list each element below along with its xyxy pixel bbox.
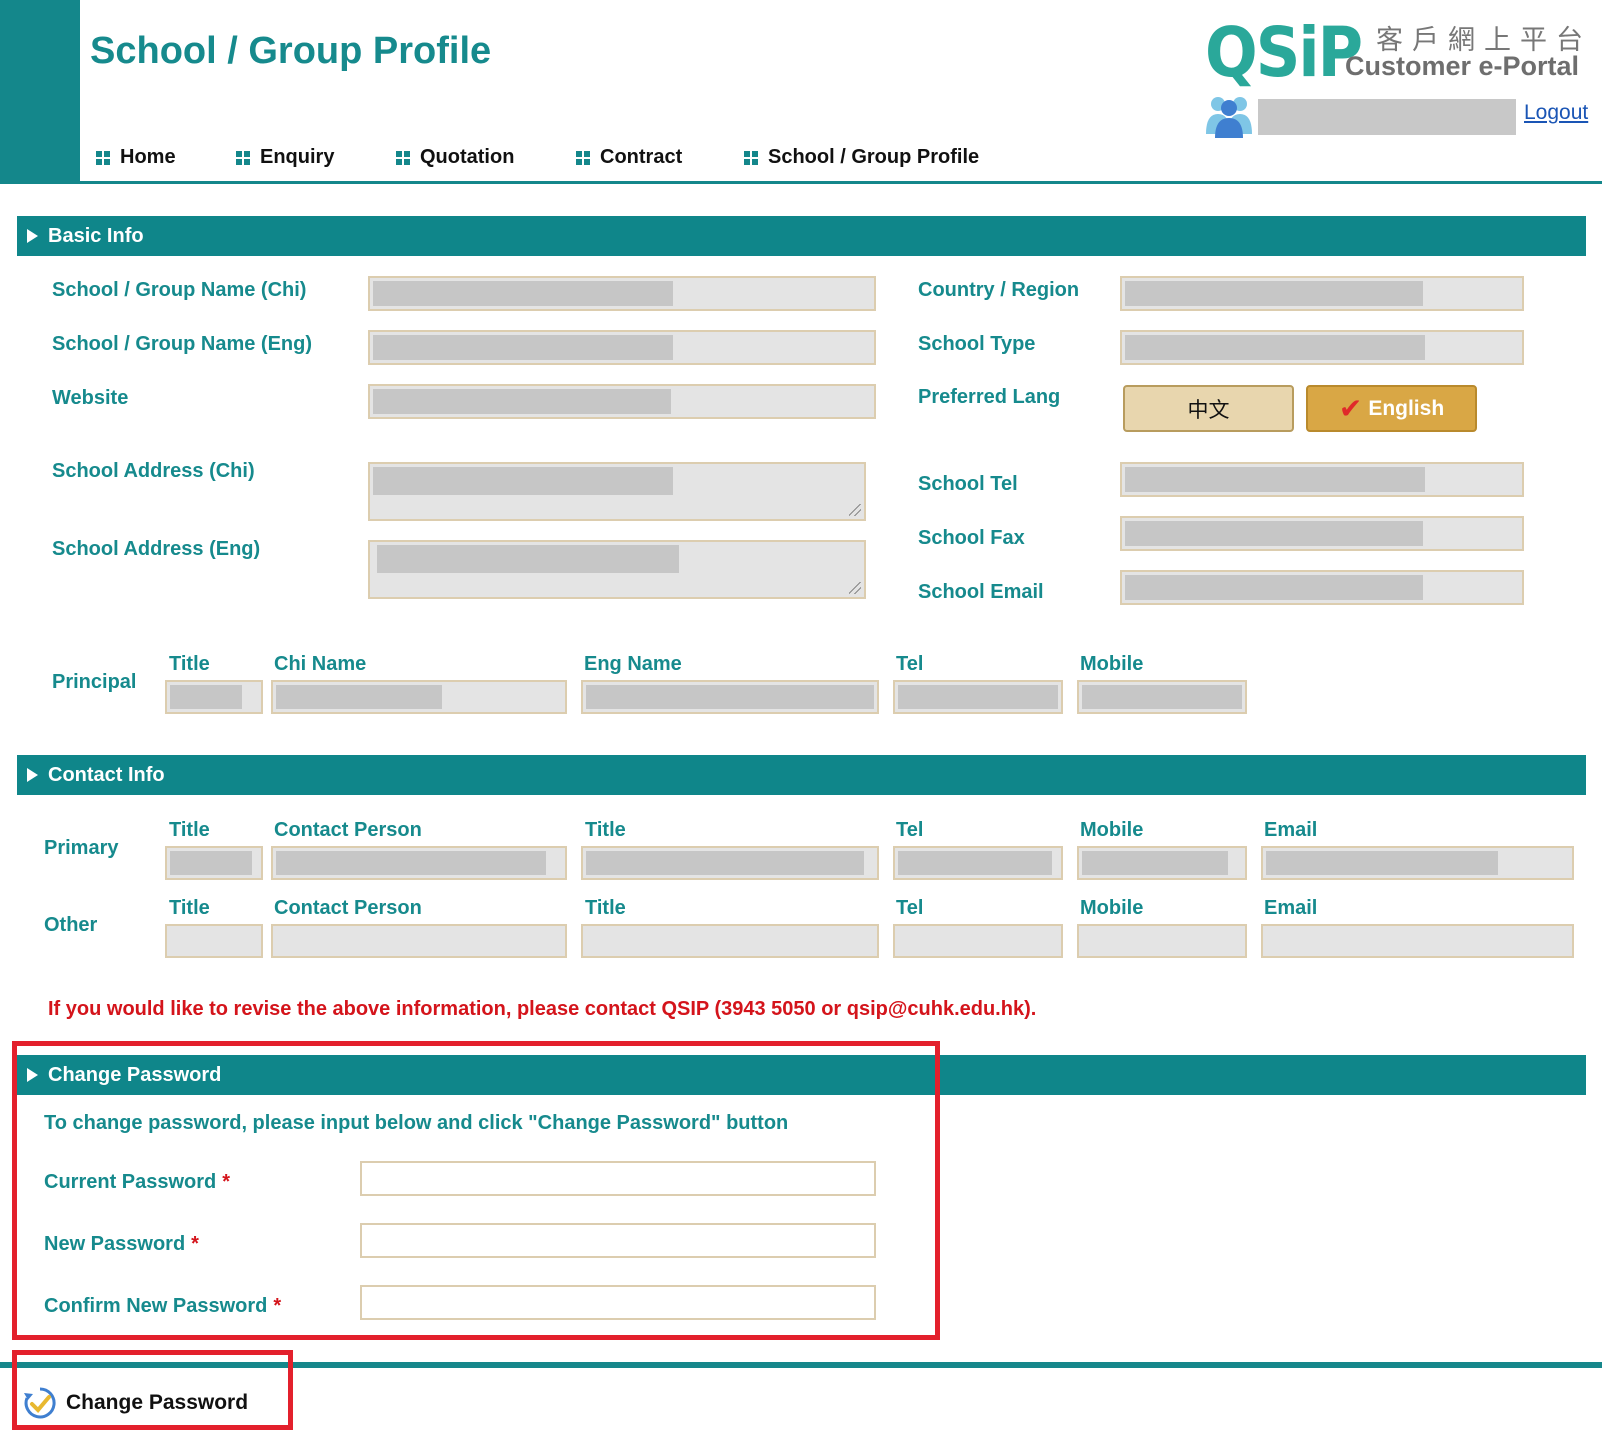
col-job-title: Title <box>585 819 626 841</box>
principal-chi-name-field[interactable] <box>271 680 567 714</box>
school-tel-field[interactable] <box>1120 462 1524 497</box>
principal-mobile-field[interactable] <box>1077 680 1247 714</box>
grid-icon <box>744 150 758 165</box>
label-country-region: Country / Region <box>918 279 1080 301</box>
label-address-chi: School Address (Chi) <box>52 460 255 482</box>
username-display <box>1258 99 1516 135</box>
grid-icon <box>396 150 410 165</box>
label-other-contact: Other <box>44 914 98 936</box>
col-title: Title <box>169 653 210 675</box>
other-job-title-field[interactable] <box>581 924 879 958</box>
highlight-box-change-button <box>12 1350 293 1430</box>
address-eng-textarea[interactable] <box>368 540 866 599</box>
col-tel: Tel <box>896 897 924 919</box>
grid-icon <box>576 150 590 165</box>
label-school-type: School Type <box>918 333 1036 355</box>
label-school-email: School Email <box>918 581 1044 603</box>
primary-mobile-field[interactable] <box>1077 846 1247 880</box>
label-principal: Principal <box>52 671 137 693</box>
col-eng-name: Eng Name <box>584 653 682 675</box>
col-mobile: Mobile <box>1080 897 1144 919</box>
col-title: Title <box>169 897 210 919</box>
label-school-name-eng: School / Group Name (Eng) <box>52 333 313 355</box>
principal-eng-name-field[interactable] <box>581 680 879 714</box>
other-contact-person-field[interactable] <box>271 924 567 958</box>
label-school-fax: School Fax <box>918 527 1025 549</box>
nav-divider <box>0 181 1602 184</box>
page-title: School / Group Profile <box>90 30 492 72</box>
highlight-box-password-form <box>12 1041 940 1340</box>
other-title-field[interactable] <box>165 924 263 958</box>
basic-info-header: Basic Info <box>17 216 1586 256</box>
col-job-title: Title <box>585 897 626 919</box>
lang-english-button[interactable]: ✔ English <box>1306 385 1477 432</box>
principal-title-field[interactable] <box>165 680 263 714</box>
checkmark-icon: ✔ <box>1338 393 1363 424</box>
users-icon <box>1206 97 1252 138</box>
qsip-logo: QSiP <box>1205 12 1363 93</box>
school-type-field[interactable] <box>1120 330 1524 365</box>
contact-info-header: Contact Info <box>17 755 1586 795</box>
principal-tel-field[interactable] <box>893 680 1063 714</box>
primary-tel-field[interactable] <box>893 846 1063 880</box>
primary-contact-person-field[interactable] <box>271 846 567 880</box>
nav-school-group-profile[interactable]: School / Group Profile <box>744 146 979 169</box>
col-tel: Tel <box>896 653 924 675</box>
school-email-field[interactable] <box>1120 570 1524 605</box>
label-primary-contact: Primary <box>44 837 119 859</box>
website-field[interactable] <box>368 384 876 419</box>
portal-title-english: Customer e-Portal <box>1345 51 1580 81</box>
col-title: Title <box>169 819 210 841</box>
col-contact-person: Contact Person <box>274 819 422 841</box>
nav-quotation[interactable]: Quotation <box>396 146 514 169</box>
primary-email-field[interactable] <box>1261 846 1574 880</box>
primary-title-field[interactable] <box>165 846 263 880</box>
label-school-name-chi: School / Group Name (Chi) <box>52 279 307 301</box>
col-contact-person: Contact Person <box>274 897 422 919</box>
school-name-chi-field[interactable] <box>368 276 876 311</box>
col-email: Email <box>1264 819 1318 841</box>
other-email-field[interactable] <box>1261 924 1574 958</box>
school-fax-field[interactable] <box>1120 516 1524 551</box>
label-website: Website <box>52 387 129 409</box>
school-name-eng-field[interactable] <box>368 330 876 365</box>
grid-icon <box>236 150 250 165</box>
other-mobile-field[interactable] <box>1077 924 1247 958</box>
nav-home[interactable]: Home <box>96 146 176 169</box>
col-mobile: Mobile <box>1080 819 1144 841</box>
grid-icon <box>96 150 110 165</box>
logout-link[interactable]: Logout <box>1524 101 1588 125</box>
col-tel: Tel <box>896 819 924 841</box>
lang-chinese-button[interactable]: 中文 <box>1123 385 1294 432</box>
revise-info-notice: If you would like to revise the above in… <box>48 998 1037 1020</box>
triangle-right-icon <box>27 229 38 243</box>
col-mobile: Mobile <box>1080 653 1144 675</box>
nav-enquiry[interactable]: Enquiry <box>236 146 334 169</box>
header-side-bar <box>0 0 80 183</box>
triangle-right-icon <box>27 768 38 782</box>
label-school-tel: School Tel <box>918 473 1018 495</box>
label-preferred-lang: Preferred Lang <box>918 386 1061 408</box>
country-region-field[interactable] <box>1120 276 1524 311</box>
col-email: Email <box>1264 897 1318 919</box>
address-chi-textarea[interactable] <box>368 462 866 521</box>
label-address-eng: School Address (Eng) <box>52 538 261 560</box>
primary-job-title-field[interactable] <box>581 846 879 880</box>
other-tel-field[interactable] <box>893 924 1063 958</box>
col-chi-name: Chi Name <box>274 653 367 675</box>
nav-contract[interactable]: Contract <box>576 146 682 169</box>
